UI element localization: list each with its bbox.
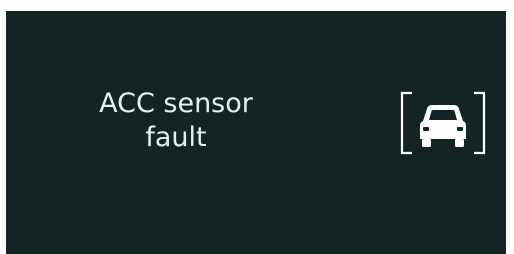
cluster-display: ACC sensor fault xyxy=(6,11,506,254)
acc-sensor-car-icon xyxy=(400,91,486,155)
warning-message: ACC sensor fault xyxy=(76,87,276,155)
warning-message-line-2: fault xyxy=(145,122,207,153)
warning-message-line-1: ACC sensor xyxy=(99,88,253,119)
